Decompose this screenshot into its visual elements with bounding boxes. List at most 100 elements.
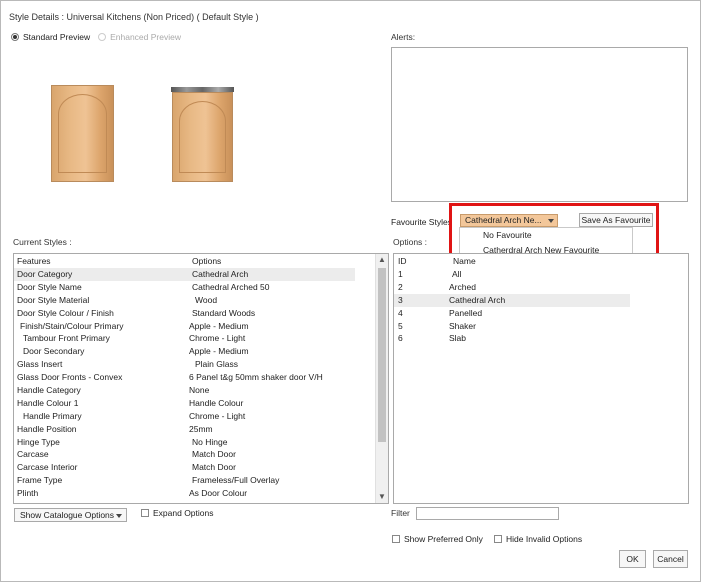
feature-cell: Plinth	[17, 488, 39, 499]
feature-cell: Tambour Front Primary	[23, 333, 110, 344]
features-column-header: Features	[17, 256, 51, 266]
feature-cell: Handle Primary	[23, 410, 82, 421]
table-row[interactable]: Plinth As Door Colour	[14, 487, 355, 500]
table-row[interactable]: Door Style Name Cathedral Arched 50	[14, 281, 355, 294]
scroll-down-icon[interactable]: ▼	[376, 491, 388, 503]
style-details-dialog: Style Details : Universal Kitchens (Non …	[0, 0, 701, 582]
option-cell: Wood	[195, 294, 218, 305]
id-cell: 2	[398, 281, 403, 292]
scroll-up-icon[interactable]: ▲	[376, 254, 388, 266]
alerts-label: Alerts:	[391, 32, 416, 42]
chevron-down-icon	[116, 514, 122, 518]
feature-cell: Carcase	[17, 449, 49, 460]
alerts-box	[391, 47, 688, 202]
option-cell: Apple - Medium	[189, 320, 249, 331]
table-row[interactable]: Frame Type Frameless/Full Overlay	[14, 474, 355, 487]
table-row[interactable]: Carcase Match Door	[14, 448, 355, 461]
show-catalogue-options-select[interactable]: Show Catalogue Options	[14, 508, 127, 522]
hide-invalid-label: Hide Invalid Options	[506, 534, 583, 544]
table-row[interactable]: Handle Category None	[14, 384, 355, 397]
feature-cell: Finish/Stain/Colour Primary	[20, 320, 124, 331]
name-cell: Cathedral Arch	[449, 294, 506, 305]
name-cell: All	[452, 269, 462, 279]
table-row[interactable]: Door Style Material Wood	[14, 294, 355, 307]
feature-cell: Handle Colour 1	[17, 397, 79, 408]
option-cell: Handle Colour	[189, 397, 244, 408]
option-cell: Frameless/Full Overlay	[192, 475, 280, 486]
table-row[interactable]: Glass Insert Plain Glass	[14, 358, 355, 371]
hide-invalid-row: Hide Invalid Options	[494, 534, 582, 544]
table-row[interactable]: Door Style Colour / Finish Standard Woods	[14, 307, 355, 320]
table-row[interactable]: 2 Arched	[394, 281, 630, 294]
hide-invalid-checkbox[interactable]	[494, 535, 502, 543]
cancel-button[interactable]: Cancel	[653, 550, 688, 568]
feature-cell: Handle Category	[17, 385, 81, 396]
door-preview-image	[51, 85, 114, 182]
current-styles-scrollbar[interactable]: ▲ ▼	[375, 254, 388, 503]
options-column-header: Options	[192, 256, 222, 266]
table-row[interactable]: 1 All	[394, 268, 630, 281]
table-row[interactable]: Finish/Stain/Colour Primary Apple - Mediu…	[14, 320, 355, 333]
feature-cell: Glass Insert	[17, 359, 63, 370]
feature-cell: Glass Door Fronts - Convex	[17, 372, 123, 383]
option-cell: Standard Woods	[192, 307, 256, 318]
table-row[interactable]: Door Category Cathedral Arch	[14, 268, 355, 281]
table-row[interactable]: Handle Primary Chrome - Light	[14, 410, 355, 423]
options-grid: ID Name 1 All 2 Arched 3 Cathedral Arch 4 Panel…	[393, 253, 689, 504]
standard-preview-label: Standard Preview	[23, 32, 91, 42]
base-unit-preview-image	[172, 92, 233, 182]
feature-cell: Frame Type	[17, 475, 63, 486]
option-cell: Chrome - Light	[189, 333, 246, 344]
table-row[interactable]: Carcase Interior Match Door	[14, 461, 355, 474]
id-cell: 1	[398, 269, 403, 279]
option-cell: As Door Colour	[189, 488, 248, 499]
option-cell: Apple - Medium	[189, 346, 249, 357]
enhanced-preview-radio[interactable]	[98, 33, 107, 41]
id-cell: 5	[398, 320, 403, 331]
table-row[interactable]: 5 Shaker	[394, 320, 630, 333]
option-cell: 25mm	[189, 423, 213, 434]
ok-button[interactable]: OK	[619, 550, 646, 568]
show-preferred-label: Show Preferred Only	[404, 534, 483, 544]
feature-cell: Door Category	[17, 269, 73, 279]
current-styles-grid: Features Options Door Category Cathedral …	[13, 253, 389, 504]
id-column-header: ID	[398, 256, 407, 266]
dialog-title: Style Details : Universal Kitchens (Non …	[9, 12, 259, 22]
preview-mode-group: Standard Preview Enhanced Preview	[11, 32, 181, 42]
feature-cell: Hinge Type	[17, 436, 60, 447]
filter-input[interactable]	[416, 507, 559, 520]
option-cell: Match Door	[192, 449, 236, 460]
option-cell: Cathedral Arch	[192, 269, 249, 279]
table-row[interactable]: 4 Panelled	[394, 307, 630, 320]
feature-cell: Carcase Interior	[17, 462, 78, 473]
table-row[interactable]: 6 Slab	[394, 332, 630, 345]
option-cell: Match Door	[192, 462, 236, 473]
table-row[interactable]: Glass Door Fronts - Convex 6 Panel t&g 50…	[14, 371, 355, 384]
option-cell: Chrome - Light	[189, 410, 246, 421]
table-row[interactable]: Tambour Front Primary Chrome - Light	[14, 332, 355, 345]
scroll-thumb[interactable]	[378, 268, 386, 442]
feature-cell: Handle Position	[17, 423, 77, 434]
table-row[interactable]: 3 Cathedral Arch	[394, 293, 630, 307]
options-header: ID Name	[394, 254, 688, 268]
id-cell: 6	[398, 333, 403, 344]
filter-label: Filter	[391, 508, 410, 518]
table-row[interactable]: Door Secondary Apple - Medium	[14, 345, 355, 358]
table-row[interactable]: Handle Position 25mm	[14, 423, 355, 436]
feature-cell: Door Secondary	[23, 346, 85, 357]
table-row[interactable]: Handle Colour 1 Handle Colour	[14, 397, 355, 410]
current-styles-rows: Door Category Cathedral Arch Door Style Na…	[14, 268, 388, 500]
expand-options-row: Expand Options	[141, 508, 213, 518]
current-styles-header: Features Options	[14, 254, 388, 268]
name-cell: Shaker	[449, 320, 476, 331]
name-cell: Slab	[449, 333, 467, 344]
standard-preview-radio[interactable]	[11, 33, 19, 41]
table-row[interactable]: Hinge Type No Hinge	[14, 436, 355, 449]
feature-cell: Door Style Material	[17, 294, 90, 305]
show-preferred-checkbox[interactable]	[392, 535, 400, 543]
enhanced-preview-label: Enhanced Preview	[110, 32, 181, 42]
name-cell: Arched	[449, 281, 476, 292]
feature-cell: Door Style Name	[17, 281, 82, 292]
favourite-styles-label: Favourite Styles	[391, 217, 452, 227]
expand-options-checkbox[interactable]	[141, 509, 149, 517]
